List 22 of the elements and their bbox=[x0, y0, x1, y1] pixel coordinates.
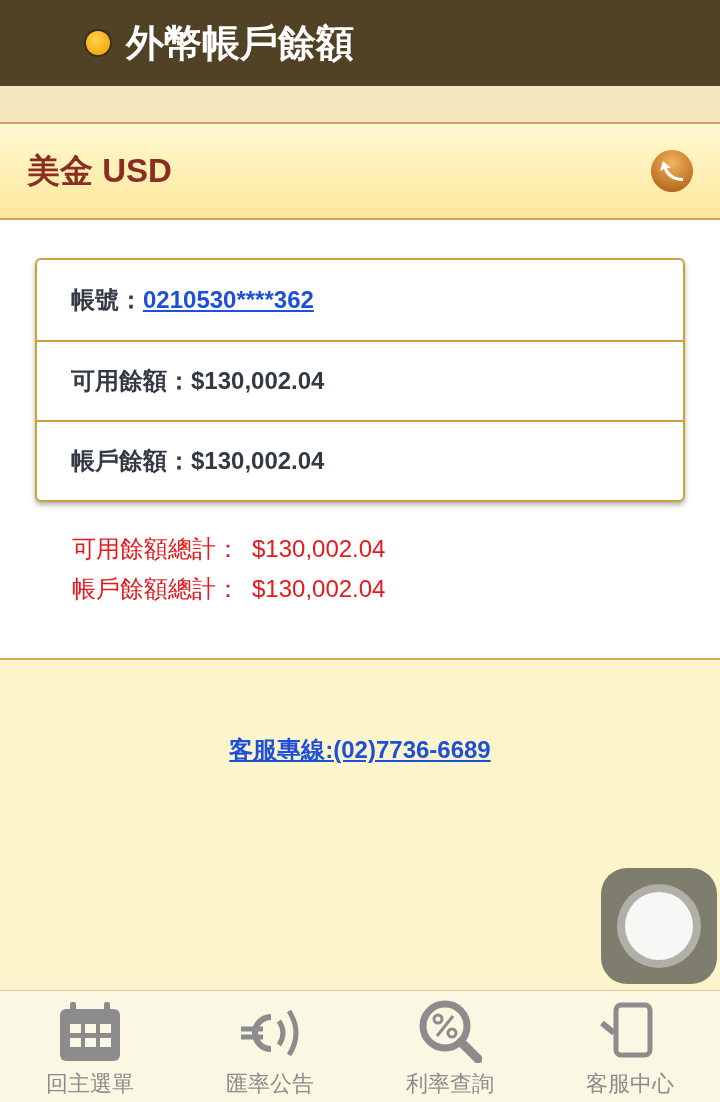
balance-label: 帳戶餘額： bbox=[71, 446, 191, 476]
page-title: 外幣帳戶餘額 bbox=[126, 20, 354, 66]
tab-button[interactable]: 利率查詢 bbox=[360, 991, 540, 1102]
total-label: 帳戶餘額總計： bbox=[72, 574, 240, 604]
currency-title: 美金 USD bbox=[27, 151, 172, 192]
account-number-link[interactable]: 0210530****362 bbox=[143, 282, 314, 318]
balance-value: $130,002.04 bbox=[191, 366, 325, 396]
return-arrow-icon bbox=[659, 160, 685, 182]
balance-value: $130,002.04 bbox=[191, 446, 325, 476]
account-label: 帳號： bbox=[71, 285, 143, 315]
tab-button[interactable]: 回主選單 bbox=[0, 991, 180, 1102]
balance-label: 可用餘額： bbox=[71, 366, 191, 396]
refresh-button[interactable] bbox=[651, 150, 693, 192]
total-label: 可用餘額總計： bbox=[72, 534, 240, 564]
tab-button[interactable]: 客服中心 bbox=[540, 991, 720, 1102]
total-value: $130,002.04 bbox=[252, 534, 386, 564]
total-value: $130,002.04 bbox=[252, 574, 386, 604]
floating-touch-button[interactable] bbox=[601, 868, 717, 984]
hotline-link[interactable]: 客服專線:(02)7736-6689 bbox=[229, 732, 491, 766]
tab-button[interactable]: 匯率公告 bbox=[180, 991, 360, 1102]
calendar-icon bbox=[58, 1001, 122, 1063]
percent-search-icon bbox=[418, 999, 482, 1063]
